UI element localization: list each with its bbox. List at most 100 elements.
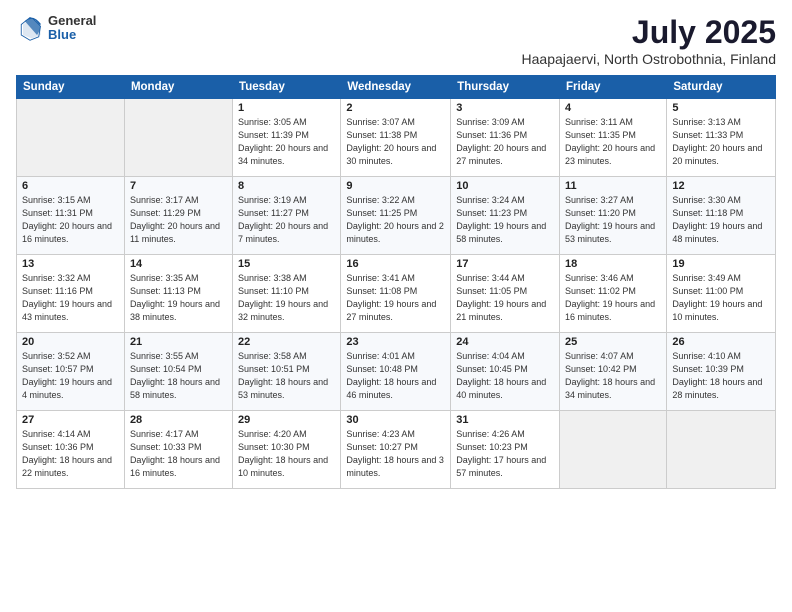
day-number: 17 [456, 258, 554, 270]
day-info: Sunrise: 4:17 AM Sunset: 10:33 PM Daylig… [130, 428, 227, 480]
col-wednesday: Wednesday [341, 76, 451, 99]
calendar-cell: 11Sunrise: 3:27 AM Sunset: 11:20 PM Dayl… [560, 177, 667, 255]
day-number: 5 [672, 102, 770, 114]
day-info: Sunrise: 3:09 AM Sunset: 11:36 PM Daylig… [456, 116, 554, 168]
day-info: Sunrise: 4:20 AM Sunset: 10:30 PM Daylig… [238, 428, 335, 480]
calendar-week-4: 20Sunrise: 3:52 AM Sunset: 10:57 PM Dayl… [17, 333, 776, 411]
day-info: Sunrise: 4:26 AM Sunset: 10:23 PM Daylig… [456, 428, 554, 480]
day-info: Sunrise: 3:38 AM Sunset: 11:10 PM Daylig… [238, 272, 335, 324]
calendar-cell: 31 Sunrise: 4:26 AM Sunset: 10:23 PM Dayl… [451, 411, 560, 489]
day-number: 15 [238, 258, 335, 270]
day-info: Sunrise: 3:27 AM Sunset: 11:20 PM Daylig… [565, 194, 661, 246]
calendar-cell: 13Sunrise: 3:32 AM Sunset: 11:16 PM Dayl… [17, 255, 125, 333]
calendar-cell [124, 99, 232, 177]
calendar-week-5: 27 Sunrise: 4:14 AM Sunset: 10:36 PM Dayl… [17, 411, 776, 489]
day-number: 8 [238, 180, 335, 192]
day-number: 19 [672, 258, 770, 270]
calendar-cell: 20Sunrise: 3:52 AM Sunset: 10:57 PM Dayl… [17, 333, 125, 411]
day-info: Sunrise: 3:15 AM Sunset: 11:31 PM Daylig… [22, 194, 119, 246]
day-info: Sunrise: 3:13 AM Sunset: 11:33 PM Daylig… [672, 116, 770, 168]
calendar-cell: 19 Sunrise: 3:49 AM Sunset: 11:00 PM Dayl… [667, 255, 776, 333]
day-number: 22 [238, 336, 335, 348]
calendar-cell: 23 Sunrise: 4:01 AM Sunset: 10:48 PM Dayl… [341, 333, 451, 411]
calendar-week-3: 13Sunrise: 3:32 AM Sunset: 11:16 PM Dayl… [17, 255, 776, 333]
day-number: 14 [130, 258, 227, 270]
day-number: 12 [672, 180, 770, 192]
day-info: Sunrise: 4:07 AM Sunset: 10:42 PM Daylig… [565, 350, 661, 402]
calendar-cell: 16 Sunrise: 3:41 AM Sunset: 11:08 PM Dayl… [341, 255, 451, 333]
calendar-cell: 22Sunrise: 3:58 AM Sunset: 10:51 PM Dayl… [233, 333, 341, 411]
day-info: Sunrise: 4:04 AM Sunset: 10:45 PM Daylig… [456, 350, 554, 402]
day-number: 24 [456, 336, 554, 348]
day-info: Sunrise: 3:22 AM Sunset: 11:25 PM Daylig… [346, 194, 445, 246]
day-info: Sunrise: 4:23 AM Sunset: 10:27 PM Daylig… [346, 428, 445, 480]
col-tuesday: Tuesday [233, 76, 341, 99]
col-friday: Friday [560, 76, 667, 99]
location-title: Haapajaervi, North Ostrobothnia, Finland [522, 51, 776, 67]
day-number: 23 [346, 336, 445, 348]
calendar-week-1: 1 Sunrise: 3:05 AM Sunset: 11:39 PM Dayli… [17, 99, 776, 177]
calendar-cell: 2 Sunrise: 3:07 AM Sunset: 11:38 PM Dayli… [341, 99, 451, 177]
day-info: Sunrise: 3:52 AM Sunset: 10:57 PM Daylig… [22, 350, 119, 402]
day-info: Sunrise: 3:05 AM Sunset: 11:39 PM Daylig… [238, 116, 335, 168]
day-info: Sunrise: 3:55 AM Sunset: 10:54 PM Daylig… [130, 350, 227, 402]
day-number: 27 [22, 414, 119, 426]
calendar-cell: 30Sunrise: 4:23 AM Sunset: 10:27 PM Dayl… [341, 411, 451, 489]
calendar-cell: 25 Sunrise: 4:07 AM Sunset: 10:42 PM Dayl… [560, 333, 667, 411]
calendar-cell: 7Sunrise: 3:17 AM Sunset: 11:29 PM Dayli… [124, 177, 232, 255]
day-number: 3 [456, 102, 554, 114]
day-number: 1 [238, 102, 335, 114]
calendar-cell: 10Sunrise: 3:24 AM Sunset: 11:23 PM Dayl… [451, 177, 560, 255]
calendar-cell: 27 Sunrise: 4:14 AM Sunset: 10:36 PM Dayl… [17, 411, 125, 489]
calendar-cell [17, 99, 125, 177]
logo: General Blue [16, 14, 96, 43]
calendar-week-2: 6 Sunrise: 3:15 AM Sunset: 11:31 PM Dayli… [17, 177, 776, 255]
day-number: 9 [346, 180, 445, 192]
day-info: Sunrise: 4:14 AM Sunset: 10:36 PM Daylig… [22, 428, 119, 480]
logo-blue-text: Blue [48, 28, 96, 42]
day-info: Sunrise: 3:49 AM Sunset: 11:00 PM Daylig… [672, 272, 770, 324]
day-info: Sunrise: 3:44 AM Sunset: 11:05 PM Daylig… [456, 272, 554, 324]
calendar-cell: 17 Sunrise: 3:44 AM Sunset: 11:05 PM Dayl… [451, 255, 560, 333]
col-saturday: Saturday [667, 76, 776, 99]
day-number: 6 [22, 180, 119, 192]
day-number: 4 [565, 102, 661, 114]
day-info: Sunrise: 3:17 AM Sunset: 11:29 PM Daylig… [130, 194, 227, 246]
day-info: Sunrise: 3:07 AM Sunset: 11:38 PM Daylig… [346, 116, 445, 168]
calendar-cell: 1 Sunrise: 3:05 AM Sunset: 11:39 PM Dayli… [233, 99, 341, 177]
calendar-cell: 26Sunrise: 4:10 AM Sunset: 10:39 PM Dayl… [667, 333, 776, 411]
calendar-cell [667, 411, 776, 489]
calendar-cell: 6 Sunrise: 3:15 AM Sunset: 11:31 PM Dayli… [17, 177, 125, 255]
day-number: 25 [565, 336, 661, 348]
calendar-cell [560, 411, 667, 489]
calendar-cell: 3 Sunrise: 3:09 AM Sunset: 11:36 PM Dayli… [451, 99, 560, 177]
header: General Blue July 2025 Haapajaervi, Nort… [16, 14, 776, 67]
day-info: Sunrise: 4:10 AM Sunset: 10:39 PM Daylig… [672, 350, 770, 402]
day-number: 2 [346, 102, 445, 114]
day-number: 18 [565, 258, 661, 270]
day-info: Sunrise: 3:35 AM Sunset: 11:13 PM Daylig… [130, 272, 227, 324]
col-sunday: Sunday [17, 76, 125, 99]
day-info: Sunrise: 3:46 AM Sunset: 11:02 PM Daylig… [565, 272, 661, 324]
logo-general-text: General [48, 14, 96, 28]
month-title: July 2025 [522, 14, 776, 51]
logo-icon [16, 14, 44, 42]
day-number: 21 [130, 336, 227, 348]
calendar-cell: 5 Sunrise: 3:13 AM Sunset: 11:33 PM Dayli… [667, 99, 776, 177]
calendar-cell: 28Sunrise: 4:17 AM Sunset: 10:33 PM Dayl… [124, 411, 232, 489]
col-thursday: Thursday [451, 76, 560, 99]
day-info: Sunrise: 4:01 AM Sunset: 10:48 PM Daylig… [346, 350, 445, 402]
day-number: 31 [456, 414, 554, 426]
day-info: Sunrise: 3:19 AM Sunset: 11:27 PM Daylig… [238, 194, 335, 246]
title-block: July 2025 Haapajaervi, North Ostrobothni… [522, 14, 776, 67]
calendar-cell: 15 Sunrise: 3:38 AM Sunset: 11:10 PM Dayl… [233, 255, 341, 333]
day-info: Sunrise: 3:30 AM Sunset: 11:18 PM Daylig… [672, 194, 770, 246]
page: General Blue July 2025 Haapajaervi, Nort… [0, 0, 792, 612]
calendar-cell: 14 Sunrise: 3:35 AM Sunset: 11:13 PM Dayl… [124, 255, 232, 333]
day-info: Sunrise: 3:41 AM Sunset: 11:08 PM Daylig… [346, 272, 445, 324]
day-info: Sunrise: 3:11 AM Sunset: 11:35 PM Daylig… [565, 116, 661, 168]
calendar-cell: 24 Sunrise: 4:04 AM Sunset: 10:45 PM Dayl… [451, 333, 560, 411]
day-number: 16 [346, 258, 445, 270]
calendar-cell: 21 Sunrise: 3:55 AM Sunset: 10:54 PM Dayl… [124, 333, 232, 411]
day-number: 10 [456, 180, 554, 192]
